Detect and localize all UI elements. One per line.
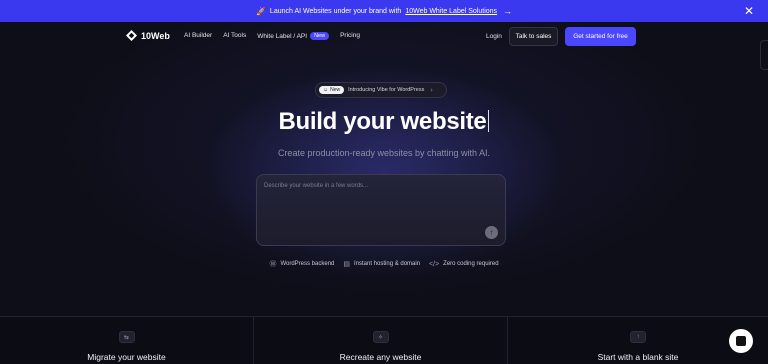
announcement-link[interactable]: 10Web White Label Solutions	[405, 8, 497, 15]
feature-list: Ⓦ WordPress backend ▤ Instant hosting & …	[0, 259, 768, 269]
nav-ai-builder[interactable]: AI Builder	[184, 32, 212, 40]
text-caret	[488, 110, 490, 132]
logo-icon	[126, 30, 137, 41]
feature-label: WordPress backend	[280, 261, 335, 267]
chevron-right-icon: ›	[430, 86, 433, 94]
recreate-icon: ✧	[372, 331, 389, 343]
close-icon[interactable]: ✕	[744, 4, 754, 18]
page: 🚀 Launch AI Websites under your brand wi…	[0, 0, 768, 364]
card-title: Start with a blank site	[597, 352, 679, 362]
code-icon: </>	[429, 260, 440, 268]
top-nav: 10Web AI Builder AI Tools White Label / …	[0, 22, 768, 52]
website-prompt-input[interactable]: Describe your website in a few words... …	[256, 174, 506, 246]
pill-badge-text: New	[330, 87, 341, 93]
nav-white-label-text: White Label / API	[257, 32, 308, 40]
announcement-text: Launch AI Websites under your brand with	[269, 7, 402, 15]
migrate-icon: ⇆	[118, 331, 135, 343]
server-icon: ▤	[343, 261, 350, 268]
talk-to-sales-button[interactable]: Talk to sales	[509, 27, 558, 46]
card-title: Migrate your website	[87, 352, 166, 362]
nav-white-label[interactable]: White Label / API New	[257, 32, 330, 40]
feature-label: Zero coding required	[443, 261, 499, 267]
card-recreate[interactable]: ✧ Recreate any website	[254, 317, 508, 364]
option-cards: ⇆ Migrate your website ✧ Recreate any we…	[0, 316, 768, 364]
nav-links: AI Builder AI Tools White Label / API Ne…	[184, 32, 360, 40]
new-badge: New	[310, 32, 330, 40]
wordpress-icon: Ⓦ	[269, 261, 277, 268]
rocket-icon: 🚀	[255, 6, 266, 16]
get-started-button[interactable]: Get started for free	[565, 27, 636, 46]
feature-no-code: </> Zero coding required	[429, 259, 499, 269]
chat-widget-button[interactable]	[729, 329, 753, 353]
announcement-pill[interactable]: ☺ New Introducing Vibe for WordPress ›	[315, 82, 447, 98]
card-title: Recreate any website	[339, 352, 422, 362]
feature-label: Instant hosting & domain	[354, 261, 421, 267]
feature-wordpress: Ⓦ WordPress backend	[269, 259, 334, 269]
feature-hosting: ▤ Instant hosting & domain	[343, 259, 420, 269]
pill-text: Introducing Vibe for WordPress	[348, 87, 425, 93]
page-subtitle: Create production-ready websites by chat…	[277, 148, 491, 158]
hero-background	[0, 22, 768, 316]
chat-icon	[736, 336, 746, 346]
arrow-up-icon: ↑	[630, 331, 646, 343]
nav-ai-tools[interactable]: AI Tools	[223, 32, 246, 40]
prompt-placeholder: Describe your website in a few words...	[264, 183, 369, 189]
card-migrate[interactable]: ⇆ Migrate your website	[0, 317, 254, 364]
page-title: Build your website	[0, 108, 768, 136]
sparkle-icon: ☺	[323, 87, 329, 93]
login-link[interactable]: Login	[486, 33, 502, 40]
pill-new-badge: ☺ New	[319, 86, 345, 94]
logo[interactable]: 10Web	[126, 30, 170, 41]
logo-text: 10Web	[141, 30, 170, 41]
page-title-text: Build your website	[278, 108, 487, 135]
announcement-bar[interactable]: 🚀 Launch AI Websites under your brand wi…	[0, 0, 768, 22]
send-arrow-up-icon[interactable]: ↑	[485, 226, 498, 239]
arrow-right-icon: →	[503, 6, 513, 16]
nav-pricing[interactable]: Pricing	[340, 32, 360, 40]
